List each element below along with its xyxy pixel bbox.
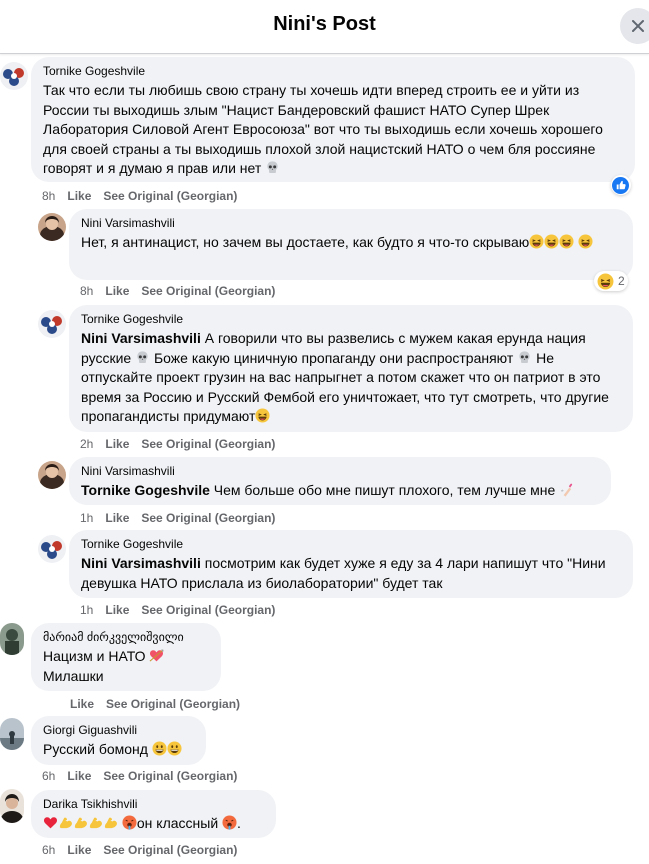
flexed-biceps-emoji — [103, 815, 118, 830]
comment-text: Tornike Gogeshvile Чем больше обо мне пи… — [81, 481, 599, 501]
heart-emoji — [43, 815, 58, 830]
comment-author[interactable]: Nini Varsimashvili — [81, 464, 599, 479]
see-original-button[interactable]: See Original (Georgian) — [141, 603, 275, 617]
comment-text: Nini Varsimashvili посмотрим как будет х… — [81, 555, 606, 591]
comment-text: Нацизм и НАТО Милашки — [43, 647, 209, 686]
laughing-emoji — [544, 234, 559, 249]
like-button[interactable]: Like — [105, 284, 129, 298]
skull-emoji — [265, 160, 280, 175]
hot-face-emoji — [222, 815, 237, 830]
reaction-summary[interactable] — [611, 175, 631, 195]
comment-bubble: Tornike Gogeshvile Nini Varsimashvili по… — [69, 530, 633, 598]
comment-bubble: Tornike Gogeshvile Так что если ты любиш… — [31, 57, 635, 182]
comment-time[interactable]: 8h — [42, 189, 55, 203]
comment-author[interactable]: Darika Tsikhishvili — [43, 797, 264, 812]
comment-author[interactable]: Tornike Gogeshvile — [81, 537, 621, 552]
like-reaction-icon — [612, 176, 629, 194]
comment-author[interactable]: Tornike Gogeshvile — [81, 312, 621, 327]
comment-bubble: Darika Tsikhishvili он классный . — [31, 790, 276, 838]
laughing-emoji — [255, 408, 270, 423]
see-original-button[interactable]: See Original (Georgian) — [103, 189, 237, 203]
grin-emoji — [167, 741, 182, 756]
comment-time[interactable]: 6h — [42, 769, 55, 783]
comment-time[interactable]: 1h — [80, 603, 93, 617]
laughing-emoji — [529, 234, 544, 249]
see-original-button[interactable]: See Original (Georgian) — [141, 284, 275, 298]
post-title: Nini's Post — [273, 13, 376, 35]
comment-actions: 2h Like See Original (Georgian) — [80, 436, 275, 452]
flexed-biceps-emoji — [73, 815, 88, 830]
post-header: Nini's Post — [0, 0, 649, 54]
flexed-biceps-emoji — [58, 815, 73, 830]
comment-text: Нет, я антинацист, но зачем вы достаете,… — [81, 233, 621, 253]
like-button[interactable]: Like — [67, 189, 91, 203]
comment-actions: 1h Like See Original (Georgian) — [80, 602, 275, 618]
comment-text: Русский бомонд — [43, 740, 194, 760]
comment-time[interactable]: 1h — [80, 511, 93, 525]
avatar[interactable] — [0, 789, 24, 823]
laughing-emoji — [578, 234, 593, 249]
comment-actions: 1h Like See Original (Georgian) — [80, 510, 275, 526]
like-button[interactable]: Like — [70, 697, 94, 711]
close-button[interactable] — [620, 8, 649, 44]
skull-emoji — [517, 350, 532, 365]
comment-text: Так что если ты любишь свою страну ты хо… — [43, 82, 603, 176]
comment-actions: 6h Like See Original (Georgian) — [42, 842, 237, 858]
like-button[interactable]: Like — [105, 603, 129, 617]
avatar[interactable] — [38, 461, 66, 489]
mention-link[interactable]: Nini Varsimashvili — [81, 330, 201, 346]
comment-actions: Like See Original (Georgian) — [70, 696, 240, 712]
like-button[interactable]: Like — [105, 511, 129, 525]
comment-text: он классный . — [43, 814, 264, 834]
close-icon — [632, 20, 644, 32]
comment-actions: 6h Like See Original (Georgian) — [42, 768, 237, 784]
laughing-emoji — [559, 234, 574, 249]
heart-arrow-emoji — [149, 648, 164, 663]
comment-author[interactable]: Tornike Gogeshvile — [43, 64, 623, 79]
mention-link[interactable]: Tornike Gogeshvile — [81, 482, 210, 498]
see-original-button[interactable]: See Original (Georgian) — [141, 511, 275, 525]
comment-bubble: Nini Varsimashvili Tornike Gogeshvile Че… — [69, 457, 611, 505]
flexed-biceps-emoji — [88, 815, 103, 830]
comment-author[interactable]: Giorgi Giguashvili — [43, 723, 194, 738]
see-original-button[interactable]: See Original (Georgian) — [106, 697, 240, 711]
comment-actions: 8h Like See Original (Georgian) — [80, 283, 275, 299]
haha-reaction-icon — [597, 273, 614, 290]
avatar[interactable] — [38, 310, 66, 338]
comment-time[interactable]: 2h — [80, 437, 93, 451]
mention-link[interactable]: Nini Varsimashvili — [81, 555, 201, 571]
hot-face-emoji — [122, 815, 137, 830]
comment-bubble: მარიამ ძირკველიშვილი Нацизм и НАТО Милаш… — [31, 623, 221, 691]
comment-bubble: Giorgi Giguashvili Русский бомонд — [31, 716, 206, 765]
see-original-button[interactable]: See Original (Georgian) — [141, 437, 275, 451]
comment-text: Nini Varsimashvili А говорили что вы раз… — [81, 330, 609, 424]
avatar[interactable] — [38, 535, 66, 563]
comment-time[interactable]: 8h — [80, 284, 93, 298]
like-button[interactable]: Like — [67, 843, 91, 857]
avatar[interactable] — [38, 213, 66, 241]
reaction-count: 2 — [618, 274, 625, 288]
like-button[interactable]: Like — [105, 437, 129, 451]
reaction-summary[interactable]: 2 — [594, 271, 628, 291]
comment-time[interactable]: 6h — [42, 843, 55, 857]
grin-emoji — [152, 741, 167, 756]
avatar[interactable] — [0, 62, 28, 90]
comment-author[interactable]: Nini Varsimashvili — [81, 216, 621, 231]
avatar[interactable] — [0, 623, 24, 655]
avatar[interactable] — [0, 718, 24, 750]
comment-bubble: Nini Varsimashvili Нет, я антинацист, но… — [69, 209, 633, 280]
nail-polish-emoji — [559, 482, 574, 497]
comment-bubble: Tornike Gogeshvile Nini Varsimashvili А … — [69, 305, 633, 432]
comment-author[interactable]: მარიამ ძირკველიშვილი — [43, 630, 209, 645]
like-button[interactable]: Like — [67, 769, 91, 783]
see-original-button[interactable]: See Original (Georgian) — [103, 769, 237, 783]
skull-emoji — [135, 350, 150, 365]
comment-actions: 8h Like See Original (Georgian) — [42, 188, 237, 204]
see-original-button[interactable]: See Original (Georgian) — [103, 843, 237, 857]
